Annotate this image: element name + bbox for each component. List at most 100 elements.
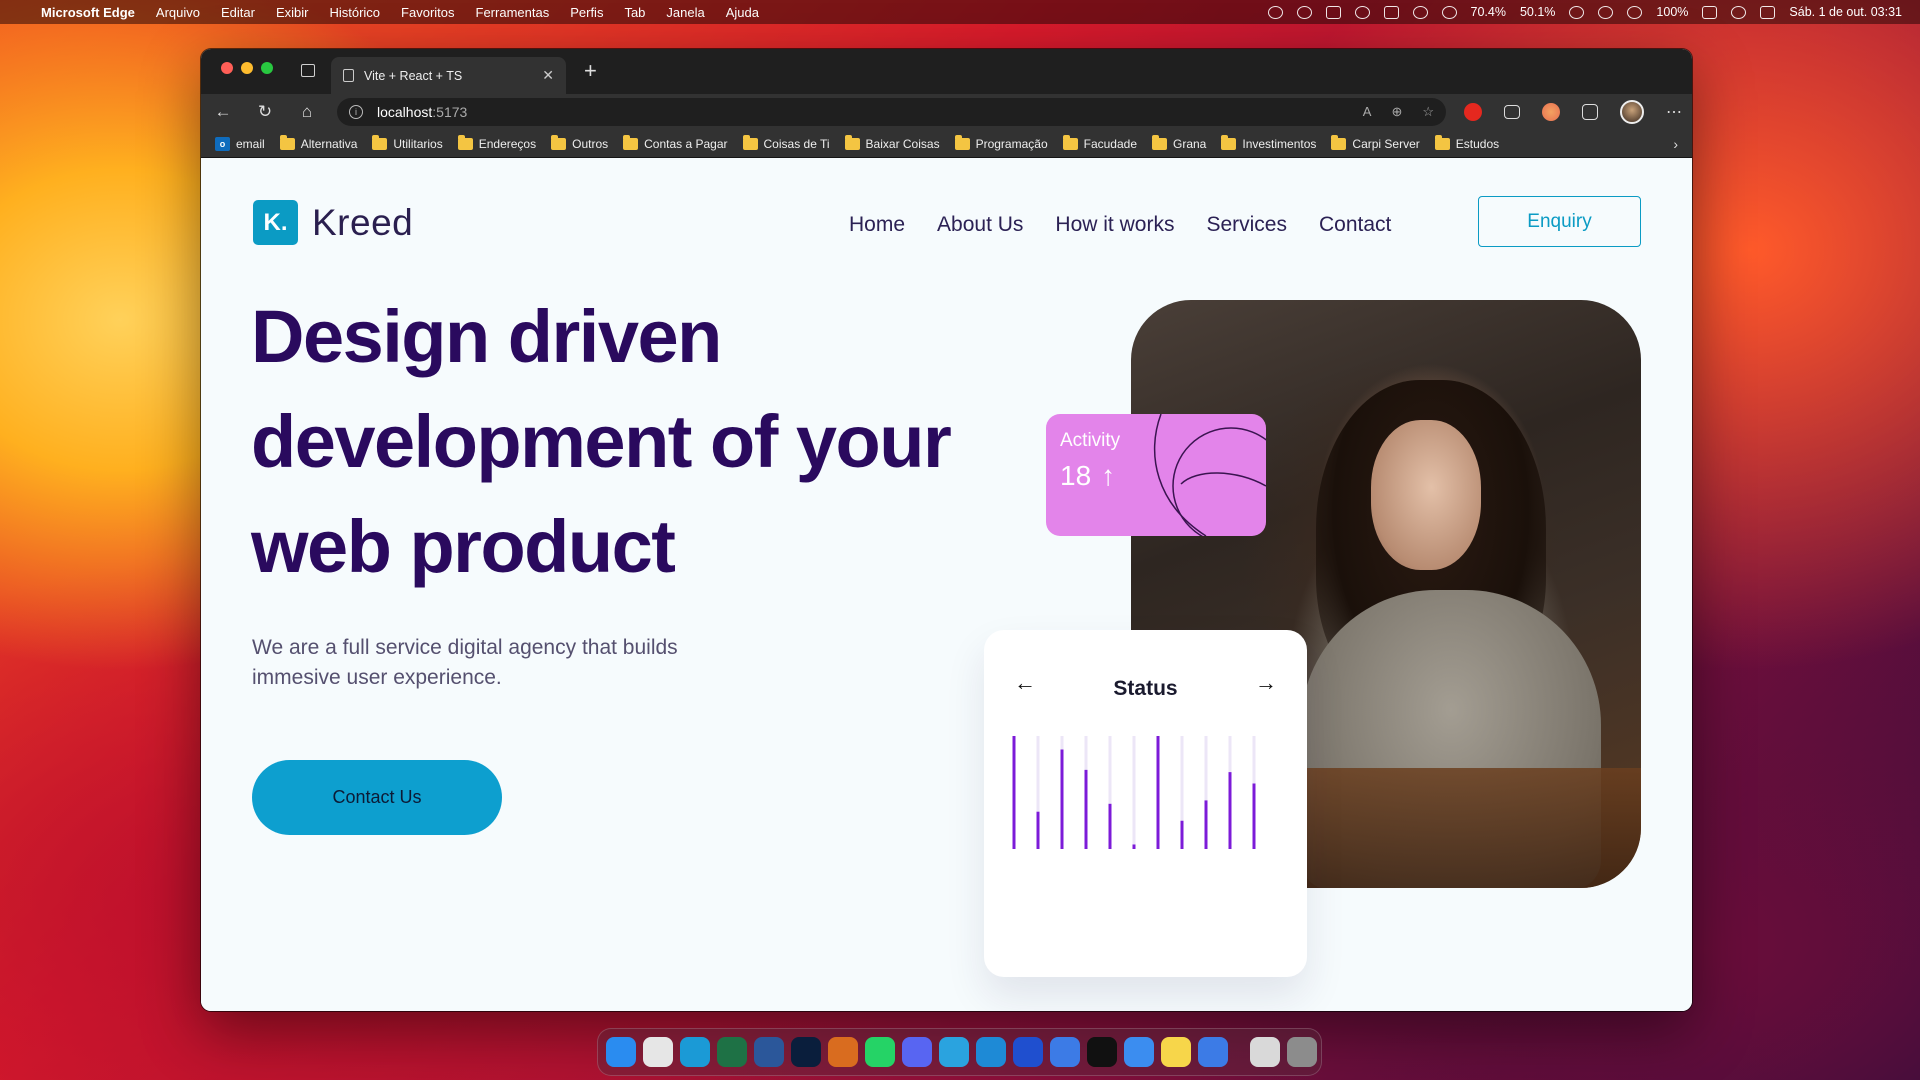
home-icon[interactable]: ⌂ <box>295 102 319 122</box>
tab-actions-icon[interactable] <box>301 64 315 77</box>
extension-red-icon[interactable] <box>1464 103 1482 121</box>
bookmark-folder[interactable]: Programação <box>954 134 1048 151</box>
menu-ajuda[interactable]: Ajuda <box>726 5 759 20</box>
nav-how-it-works[interactable]: How it works <box>1055 213 1174 237</box>
folder-icon <box>742 134 758 150</box>
menu-ferramentas[interactable]: Ferramentas <box>476 5 550 20</box>
bookmark-email[interactable]: o email <box>215 136 265 151</box>
zoom-icon[interactable]: ⊕ <box>1391 104 1402 120</box>
bookmark-folder[interactable]: Grana <box>1152 134 1206 151</box>
bookmark-folder[interactable]: Carpi Server <box>1331 134 1420 151</box>
favorite-add-icon[interactable]: ☆ <box>1422 104 1434 120</box>
play-icon[interactable] <box>1569 5 1585 19</box>
battery-icon[interactable] <box>1702 5 1718 19</box>
clock[interactable]: Sáb. 1 de out. 03:31 <box>1789 5 1902 19</box>
edge-icon[interactable] <box>680 1037 710 1067</box>
spotlight-search-icon[interactable] <box>1731 5 1747 19</box>
bookmark-folder[interactable]: Alternativa <box>279 134 357 151</box>
trash-icon[interactable] <box>1287 1037 1317 1067</box>
close-window-button[interactable] <box>221 62 233 74</box>
tab-active[interactable]: Vite + React + TS ✕ <box>331 57 566 94</box>
nav-services[interactable]: Services <box>1206 213 1287 237</box>
finder-icon[interactable] <box>606 1037 636 1067</box>
burger-app-icon[interactable] <box>828 1037 858 1067</box>
menu-tab[interactable]: Tab <box>624 5 645 20</box>
document-icon[interactable] <box>1250 1037 1280 1067</box>
notes-icon[interactable] <box>1161 1037 1191 1067</box>
vscode-icon[interactable] <box>976 1037 1006 1067</box>
menu-perfis[interactable]: Perfis <box>570 5 603 20</box>
menu-app-name[interactable]: Microsoft Edge <box>41 5 135 20</box>
menu-editar[interactable]: Editar <box>221 5 255 20</box>
excel-icon[interactable] <box>717 1037 747 1067</box>
bookmark-folder[interactable]: Facudade <box>1062 134 1137 151</box>
extension-glasses-icon[interactable] <box>1504 105 1520 119</box>
folder-icon <box>844 134 860 150</box>
user-icon[interactable] <box>1627 5 1643 19</box>
bluetooth-icon[interactable] <box>1598 5 1614 19</box>
bookmark-folder[interactable]: Outros <box>551 134 608 151</box>
mail-icon[interactable] <box>1124 1037 1154 1067</box>
extensions-puzzle-icon[interactable] <box>1582 104 1598 120</box>
bookmark-folder[interactable]: Contas a Pagar <box>623 134 728 151</box>
contact-us-button[interactable]: Contact Us <box>252 760 502 835</box>
launchpad-icon[interactable] <box>643 1037 673 1067</box>
enquiry-button[interactable]: Enquiry <box>1478 196 1641 247</box>
menu-favoritos[interactable]: Favoritos <box>401 5 454 20</box>
more-menu-icon[interactable]: ⋯ <box>1666 102 1682 122</box>
bookmark-folder[interactable]: Endereços <box>457 134 536 151</box>
nav-home[interactable]: Home <box>849 213 905 237</box>
whatsapp-icon[interactable] <box>865 1037 895 1067</box>
telegram-icon[interactable] <box>939 1037 969 1067</box>
control-center-icon[interactable] <box>1760 5 1776 19</box>
folder-icon <box>279 134 295 150</box>
battery-percent[interactable]: 100% <box>1656 5 1688 19</box>
folder-icon <box>623 134 639 150</box>
word-icon[interactable] <box>754 1037 784 1067</box>
bookmark-folder[interactable]: Estudos <box>1434 134 1499 151</box>
arrow-right-icon[interactable]: → <box>1255 670 1277 696</box>
close-tab-icon[interactable]: ✕ <box>542 67 554 84</box>
maximize-window-button[interactable] <box>261 62 273 74</box>
wifi-icon[interactable] <box>1441 5 1457 19</box>
sidebar-icon[interactable] <box>1325 5 1341 19</box>
dock <box>597 1028 1322 1076</box>
headphones-icon[interactable] <box>1412 5 1428 19</box>
new-tab-icon[interactable]: + <box>584 58 597 84</box>
minimize-window-button[interactable] <box>241 62 253 74</box>
translate-icon[interactable] <box>1383 5 1399 19</box>
reload-icon[interactable]: ↻ <box>253 102 277 122</box>
app-blue-moon-icon[interactable] <box>1050 1037 1080 1067</box>
network-icon[interactable] <box>1354 5 1370 19</box>
menu-arquivo[interactable]: Arquivo <box>156 5 200 20</box>
nav-contact[interactable]: Contact <box>1319 213 1391 237</box>
bookmark-folder[interactable]: Baixar Coisas <box>844 134 940 151</box>
discord-icon[interactable] <box>902 1037 932 1067</box>
site-logo[interactable]: K. Kreed <box>253 200 413 245</box>
terminal-icon[interactable] <box>1087 1037 1117 1067</box>
read-aloud-icon[interactable]: A <box>1363 104 1372 120</box>
extension-palette-icon[interactable] <box>1542 103 1560 121</box>
bookmark-folder[interactable]: Investimentos <box>1221 134 1316 151</box>
photoshop-icon[interactable] <box>791 1037 821 1067</box>
status-update-icon[interactable] <box>1296 5 1312 19</box>
folder-icon <box>954 134 970 150</box>
status-shield-icon[interactable] <box>1267 5 1283 19</box>
screens-icon[interactable] <box>1013 1037 1043 1067</box>
cpu-usage-2[interactable]: 50.1% <box>1520 5 1555 19</box>
menu-janela[interactable]: Janela <box>666 5 704 20</box>
tab-bar: Vite + React + TS ✕ + <box>201 49 1692 94</box>
profile-avatar[interactable] <box>1620 100 1644 124</box>
bookmark-folder[interactable]: Coisas de Ti <box>742 134 830 151</box>
extensions-area: ⋯ <box>1464 100 1682 124</box>
cpu-usage-1[interactable]: 70.4% <box>1471 5 1506 19</box>
chevron-right-icon[interactable]: › <box>1673 136 1678 152</box>
menu-historico[interactable]: Histórico <box>329 5 380 20</box>
app-blue-moon-2-icon[interactable] <box>1198 1037 1228 1067</box>
address-bar[interactable]: i localhost:5173 A ⊕ ☆ <box>337 98 1446 126</box>
menu-exibir[interactable]: Exibir <box>276 5 309 20</box>
nav-about-us[interactable]: About Us <box>937 213 1023 237</box>
bookmark-folder[interactable]: Utilitarios <box>372 134 443 151</box>
back-icon[interactable]: ← <box>211 102 235 122</box>
site-info-icon[interactable]: i <box>349 105 363 119</box>
